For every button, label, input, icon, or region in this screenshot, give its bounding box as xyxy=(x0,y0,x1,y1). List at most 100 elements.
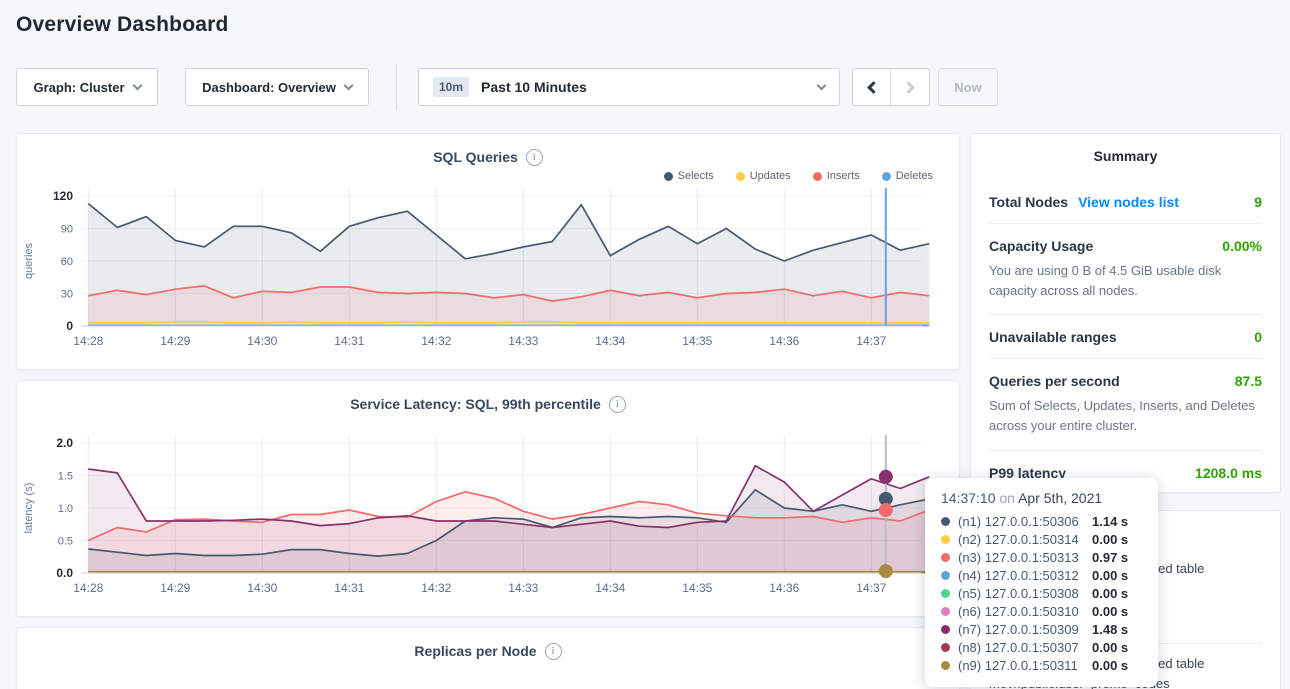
svg-text:queries: queries xyxy=(23,242,35,279)
node-address: (n5) 127.0.0.1:50308 xyxy=(958,586,1092,601)
sql-queries-title: SQL Queries xyxy=(433,149,518,165)
svg-text:14:33: 14:33 xyxy=(508,581,538,595)
node-address: (n8) 127.0.0.1:50307 xyxy=(958,640,1092,655)
prev-interval-button[interactable] xyxy=(853,69,891,105)
chevron-right-icon xyxy=(902,81,915,94)
legend-item-updates: Updates xyxy=(736,168,791,184)
time-pager xyxy=(852,68,930,106)
node-address: (n3) 127.0.0.1:50313 xyxy=(958,550,1092,565)
svg-text:14:31: 14:31 xyxy=(334,334,364,348)
info-icon[interactable]: i xyxy=(526,149,543,166)
node-latency-value: 0.00 s xyxy=(1092,586,1142,601)
svg-text:14:28: 14:28 xyxy=(73,334,103,348)
chevron-down-icon xyxy=(343,80,353,90)
svg-text:30: 30 xyxy=(61,289,73,301)
service-latency-title: Service Latency: SQL, 99th percentile xyxy=(350,396,601,412)
node-address: (n9) 127.0.0.1:50311 xyxy=(958,658,1092,673)
tooltip-node-row: (n2) 127.0.0.1:503140.00 s xyxy=(941,530,1142,548)
chevron-left-icon xyxy=(867,81,880,94)
node-latency-value: 0.00 s xyxy=(1092,604,1142,619)
unavailable-ranges-label: Unavailable ranges xyxy=(989,329,1117,345)
svg-text:14:28: 14:28 xyxy=(73,581,103,595)
view-nodes-list-link[interactable]: View nodes list xyxy=(1078,194,1179,210)
svg-text:14:29: 14:29 xyxy=(160,334,190,348)
now-button[interactable]: Now xyxy=(938,68,998,106)
tooltip-node-row: (n7) 127.0.0.1:503091.48 s xyxy=(941,620,1142,638)
svg-text:0.5: 0.5 xyxy=(58,536,73,548)
legend-dot-icon xyxy=(813,172,822,181)
total-nodes-value: 9 xyxy=(1254,194,1262,210)
dashboard-dropdown[interactable]: Dashboard: Overview xyxy=(185,68,369,106)
svg-text:1.0: 1.0 xyxy=(58,503,73,515)
svg-text:90: 90 xyxy=(61,224,73,236)
capacity-usage-label: Capacity Usage xyxy=(989,238,1093,254)
svg-text:14:35: 14:35 xyxy=(682,581,712,595)
legend-dot-icon xyxy=(882,172,891,181)
info-icon[interactable]: i xyxy=(609,396,626,413)
node-address: (n4) 127.0.0.1:50312 xyxy=(958,568,1092,583)
time-range-badge: 10m xyxy=(433,77,469,97)
capacity-usage-desc: You are using 0 B of 4.5 GiB usable disk… xyxy=(989,261,1262,301)
svg-text:14:32: 14:32 xyxy=(421,334,451,348)
graph-dropdown-label: Graph: Cluster xyxy=(33,80,124,95)
node-latency-value: 0.97 s xyxy=(1092,550,1142,565)
legend-item-deletes: Deletes xyxy=(882,168,933,184)
svg-text:14:36: 14:36 xyxy=(769,581,799,595)
node-color-dot-icon xyxy=(941,661,950,670)
service-latency-panel: Service Latency: SQL, 99th percentile i … xyxy=(16,380,960,617)
tooltip-node-row: (n6) 127.0.0.1:503100.00 s xyxy=(941,602,1142,620)
node-color-dot-icon xyxy=(941,517,950,526)
node-latency-value: 1.14 s xyxy=(1092,514,1142,529)
svg-text:14:35: 14:35 xyxy=(682,334,712,348)
p99-latency-value: 1208.0 ms xyxy=(1195,465,1262,481)
summary-panel: Summary Total Nodes View nodes list 9 Ca… xyxy=(970,133,1281,493)
legend-item-selects: Selects xyxy=(664,168,714,184)
summary-heading: Summary xyxy=(989,148,1262,164)
tooltip-node-row: (n5) 127.0.0.1:503080.00 s xyxy=(941,584,1142,602)
svg-text:14:37: 14:37 xyxy=(856,581,886,595)
service-latency-chart[interactable]: 14:2814:2914:3014:3114:3214:3314:3414:35… xyxy=(17,433,959,611)
svg-text:latency (s): latency (s) xyxy=(23,483,35,534)
next-interval-button[interactable] xyxy=(891,69,929,105)
info-icon[interactable]: i xyxy=(545,643,562,660)
graph-dropdown[interactable]: Graph: Cluster xyxy=(16,68,158,106)
hover-tooltip: 14:37:10 on Apr 5th, 2021 (n1) 127.0.0.1… xyxy=(925,478,1158,687)
node-color-dot-icon xyxy=(941,589,950,598)
svg-text:14:36: 14:36 xyxy=(769,334,799,348)
legend-item-inserts: Inserts xyxy=(813,168,860,184)
node-address: (n2) 127.0.0.1:50314 xyxy=(958,532,1092,547)
svg-text:120: 120 xyxy=(53,189,73,203)
tooltip-node-row: (n3) 127.0.0.1:503130.97 s xyxy=(941,548,1142,566)
sql-queries-panel: SQL Queries i Selects Updates Inserts Delet… xyxy=(16,133,960,370)
tooltip-rows: (n1) 127.0.0.1:503061.14 s(n2) 127.0.0.1… xyxy=(941,512,1142,674)
legend-dot-icon xyxy=(736,172,745,181)
unavailable-ranges-value: 0 xyxy=(1254,329,1262,345)
tooltip-node-row: (n8) 127.0.0.1:503070.00 s xyxy=(941,638,1142,656)
capacity-usage-value: 0.00% xyxy=(1222,238,1262,254)
tooltip-timestamp: 14:37:10 on Apr 5th, 2021 xyxy=(941,490,1142,506)
queries-per-second-label: Queries per second xyxy=(989,373,1120,389)
chevron-down-icon xyxy=(132,80,142,90)
node-color-dot-icon xyxy=(941,607,950,616)
node-address: (n7) 127.0.0.1:50309 xyxy=(958,622,1092,637)
node-color-dot-icon xyxy=(941,643,950,652)
tooltip-node-row: (n4) 127.0.0.1:503120.00 s xyxy=(941,566,1142,584)
node-color-dot-icon xyxy=(941,535,950,544)
chevron-down-icon xyxy=(817,80,827,90)
node-latency-value: 0.00 s xyxy=(1092,640,1142,655)
total-nodes-label: Total Nodes xyxy=(989,194,1068,210)
svg-text:0: 0 xyxy=(66,319,73,333)
node-address: (n6) 127.0.0.1:50310 xyxy=(958,604,1092,619)
svg-text:2.0: 2.0 xyxy=(56,436,73,450)
node-color-dot-icon xyxy=(941,571,950,580)
sql-queries-chart[interactable]: 14:2814:2914:3014:3114:3214:3314:3414:35… xyxy=(17,186,959,364)
node-latency-value: 1.48 s xyxy=(1092,622,1142,637)
time-range-picker[interactable]: 10m Past 10 Minutes xyxy=(418,68,840,106)
page-title: Overview Dashboard xyxy=(16,13,229,37)
svg-text:14:34: 14:34 xyxy=(595,581,625,595)
svg-text:14:37: 14:37 xyxy=(856,334,886,348)
node-latency-value: 0.00 s xyxy=(1092,532,1142,547)
svg-text:14:29: 14:29 xyxy=(160,581,190,595)
svg-text:14:32: 14:32 xyxy=(421,581,451,595)
tooltip-node-row: (n1) 127.0.0.1:503061.14 s xyxy=(941,512,1142,530)
